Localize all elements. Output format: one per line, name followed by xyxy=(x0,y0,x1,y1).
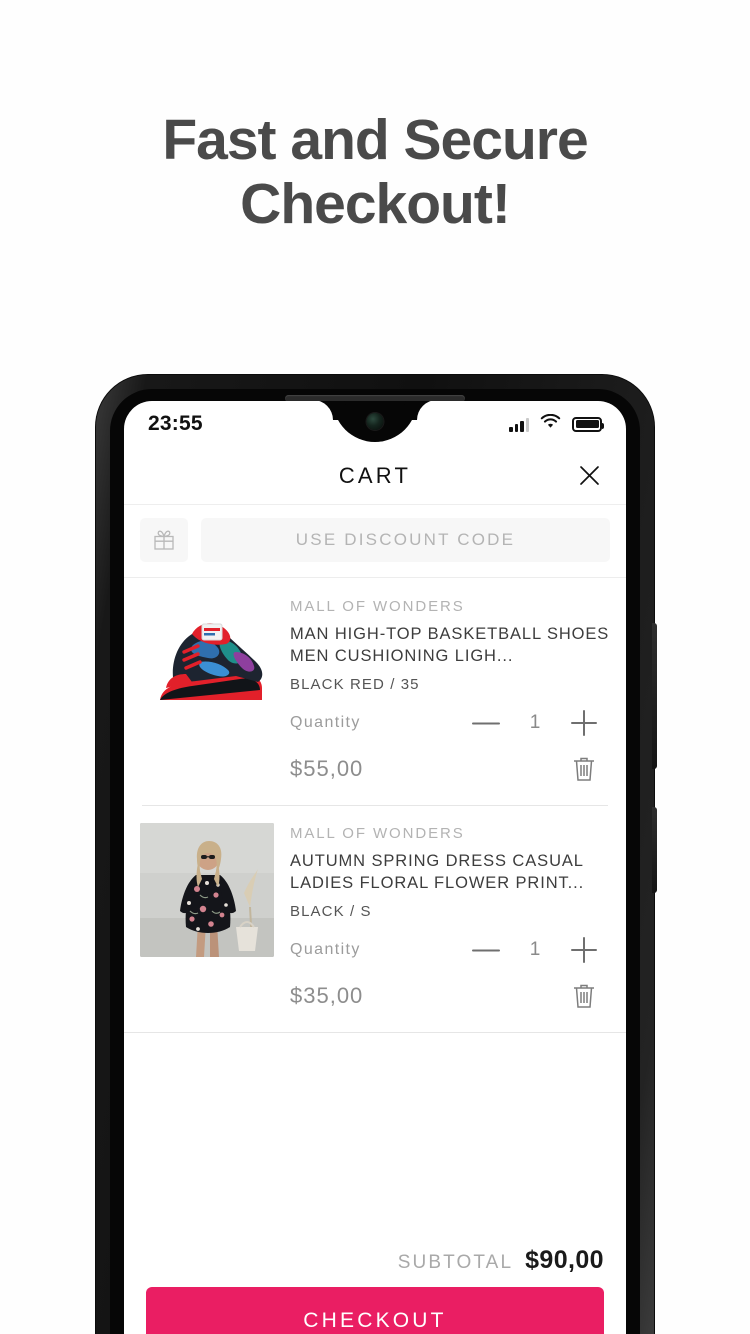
status-icons xyxy=(509,413,604,434)
promo-headline: Fast and Secure Checkout! xyxy=(0,108,750,237)
product-title: AUTUMN SPRING DRESS CASUAL LADIES FLORAL… xyxy=(290,852,585,892)
app-header: CART xyxy=(124,447,626,505)
quantity-row: Quantity 1 xyxy=(290,930,610,970)
quantity-value: 1 xyxy=(529,939,541,961)
quantity-row: Quantity 1 xyxy=(290,703,610,743)
subtotal-value: $90,00 xyxy=(525,1246,604,1274)
close-cart-button[interactable] xyxy=(574,461,604,491)
status-clock: 23:55 xyxy=(148,412,203,435)
quantity-decrease-button[interactable] xyxy=(460,930,512,970)
promo-screenshot: Fast and Secure Checkout! 23:55 CART USE… xyxy=(0,0,750,1334)
subtotal-label: SUBTOTAL xyxy=(397,1252,514,1273)
cellular-signal-icon xyxy=(509,417,529,432)
quantity-stepper: 1 xyxy=(460,930,610,970)
remove-item-button[interactable] xyxy=(564,976,604,1016)
cart-item[interactable]: MALL OF WONDERS AUTUMN SPRING DRESS CASU… xyxy=(124,805,626,1032)
product-brand: MALL OF WONDERS xyxy=(290,825,465,843)
empty-area xyxy=(124,1033,626,1246)
plus-icon xyxy=(571,937,597,964)
price-row: $55,00 xyxy=(290,749,610,789)
trash-icon xyxy=(574,757,594,781)
checkout-button[interactable]: CHECKOUT xyxy=(146,1287,604,1334)
model-wearing-black-floral-dress-image xyxy=(140,823,274,958)
product-title: MAN HIGH-TOP BASKETBALL SHOES MEN CUSHIO… xyxy=(290,625,610,665)
price-row: $35,00 xyxy=(290,976,610,1016)
remove-item-button[interactable] xyxy=(564,749,604,789)
gift-icon xyxy=(154,530,174,550)
product-price: $55,00 xyxy=(290,756,364,782)
red-black-basketball-sneaker-image xyxy=(140,596,274,730)
page-title: CART xyxy=(338,462,412,488)
volume-button[interactable] xyxy=(652,623,657,769)
product-brand: MALL OF WONDERS xyxy=(290,598,465,615)
plus-icon xyxy=(571,710,597,737)
phone-screen: 23:55 CART USE DISCOUNT CODE MALL OF WON… xyxy=(124,401,626,1334)
status-bar: 23:55 xyxy=(124,401,626,447)
trash-icon xyxy=(574,985,594,1009)
cart-item[interactable]: MALL OF WONDERS MAN HIGH-TOP BASKETBALL … xyxy=(124,578,626,805)
cart-item-info: MALL OF WONDERS MAN HIGH-TOP BASKETBALL … xyxy=(290,596,610,789)
gift-button[interactable] xyxy=(140,518,188,562)
minus-icon xyxy=(472,949,500,952)
product-thumbnail-dress[interactable] xyxy=(140,823,274,958)
phone-device: 23:55 CART USE DISCOUNT CODE MALL OF WON… xyxy=(96,375,657,1334)
product-variant: BLACK RED / 35 xyxy=(290,676,420,694)
quantity-increase-button[interactable] xyxy=(558,703,610,743)
quantity-stepper: 1 xyxy=(460,703,610,743)
minus-icon xyxy=(472,722,500,725)
product-variant: BLACK / S xyxy=(290,903,372,921)
cart-item-info: MALL OF WONDERS AUTUMN SPRING DRESS CASU… xyxy=(290,823,610,1016)
quantity-decrease-button[interactable] xyxy=(460,703,512,743)
power-button[interactable] xyxy=(652,807,657,893)
battery-full-icon xyxy=(572,416,604,432)
quantity-increase-button[interactable] xyxy=(558,930,610,970)
product-thumbnail-sneaker[interactable] xyxy=(140,596,274,730)
close-x-icon xyxy=(579,466,599,485)
cart-item-list: MALL OF WONDERS MAN HIGH-TOP BASKETBALL … xyxy=(124,578,626,1034)
subtotal-row: SUBTOTAL $90,00 xyxy=(124,1246,626,1287)
quantity-label: Quantity xyxy=(290,941,361,959)
quantity-value: 1 xyxy=(529,712,541,734)
headline-line-2: Checkout! xyxy=(240,172,511,237)
product-price: $35,00 xyxy=(290,983,364,1009)
discount-code-row xyxy=(124,505,626,578)
headline-line-1: Fast and Secure xyxy=(162,108,588,172)
quantity-label: Quantity xyxy=(290,714,361,732)
discount-code-input[interactable] xyxy=(201,518,610,562)
wifi-icon xyxy=(540,413,561,434)
